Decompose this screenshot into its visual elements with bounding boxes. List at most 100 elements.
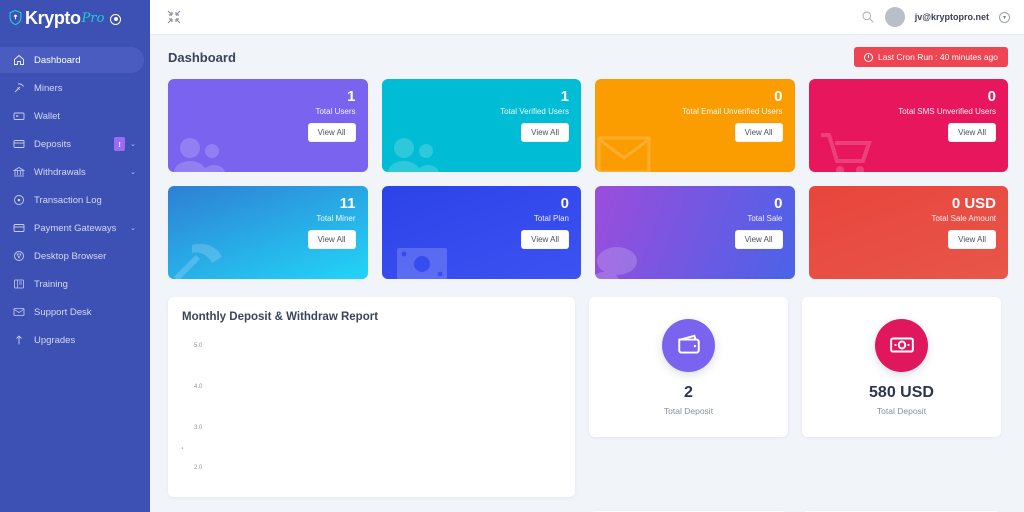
topbar: jv@kryptopro.net ▾	[150, 0, 1024, 35]
summary-value: 2	[684, 383, 693, 401]
stat-value: 11	[339, 195, 356, 212]
view-all-button[interactable]: View All	[948, 122, 996, 142]
y-axis-tick: 3.0	[194, 425, 203, 431]
sidebar-item-deposits[interactable]: Deposits ! ⌄	[0, 131, 144, 157]
banknote-icon-circle	[875, 318, 928, 372]
sidebar-item-wallet[interactable]: Wallet	[0, 103, 144, 129]
summary-card-total-deposit-amount: 580 USD Total Deposit	[802, 297, 1001, 437]
chat-bubbles-icon	[595, 243, 653, 279]
compass-icon	[12, 249, 26, 263]
stat-cards-row-1: 1 Total Users View All 1 Total Verified …	[168, 79, 1008, 172]
lower-panels: Monthly Deposit & Withdraw Report 5.0 4.…	[168, 297, 1008, 497]
y-axis-tick: 2.0	[194, 465, 203, 471]
envelope-icon	[597, 134, 653, 172]
card-icon	[12, 221, 26, 235]
shield-icon	[9, 9, 22, 26]
sidebar-item-label: Miners	[34, 82, 63, 94]
sidebar-item-label: Upgrades	[34, 334, 76, 346]
summary-card-total-deposit-count: 2 Total Deposit	[589, 297, 788, 437]
sidebar-item-label: Wallet	[34, 110, 61, 122]
view-all-button[interactable]: View All	[948, 229, 996, 249]
stat-label: Total Sale Amount	[931, 213, 996, 223]
y-axis-tick: 4.0	[194, 384, 203, 390]
cron-status-text: Last Cron Run : 40 minutes ago	[877, 52, 998, 62]
brand-logo[interactable]: Krypto Pro	[0, 0, 150, 35]
cron-status-badge[interactable]: Last Cron Run : 40 minutes ago	[853, 47, 1008, 67]
sidebar-item-transaction-log[interactable]: Transaction Log	[0, 187, 144, 213]
sidebar-item-label: Payment Gateways	[34, 222, 117, 234]
chevron-down-icon[interactable]: ⌄	[130, 224, 136, 232]
view-all-button[interactable]: View All	[307, 122, 356, 142]
stat-card-sms-unverified-users[interactable]: 0 Total SMS Unverified Users View All	[808, 79, 1008, 172]
upload-arrow-icon	[12, 333, 26, 347]
stat-label: Total Users	[315, 106, 356, 116]
shopping-cart-icon	[819, 132, 877, 172]
stat-label: Total Verified Users	[500, 106, 569, 116]
sidebar: Krypto Pro Dashboard Miners Wallet Depos…	[0, 0, 150, 512]
summary-label: Total Deposit	[663, 405, 714, 416]
stat-value: 0	[987, 88, 996, 105]
view-all-button[interactable]: View All	[734, 122, 783, 142]
sidebar-item-label: Dashboard	[34, 54, 81, 66]
card-icon	[12, 137, 26, 151]
user-email: jv@kryptopro.net	[914, 12, 989, 22]
users-group-icon	[387, 134, 448, 172]
wallet-icon-circle	[662, 318, 715, 372]
sidebar-item-label: Training	[34, 278, 68, 290]
home-icon	[12, 53, 26, 67]
view-all-button[interactable]: View All	[521, 229, 569, 249]
stat-value: 0	[560, 195, 569, 212]
hammer-icon	[172, 239, 228, 279]
page-content: Dashboard Last Cron Run : 40 minutes ago…	[150, 35, 1024, 512]
stat-card-email-unverified-users[interactable]: 0 Total Email Unverified Users View All	[595, 79, 795, 172]
training-icon	[12, 277, 26, 291]
sidebar-item-support-desk[interactable]: Support Desk	[0, 299, 144, 325]
sidebar-item-withdrawals[interactable]: Withdrawals ⌄	[0, 159, 144, 185]
envelope-icon	[12, 305, 26, 319]
summary-label: Total Deposit	[876, 405, 927, 416]
stat-card-total-sale-amount[interactable]: 0 USD Total Sale Amount View All	[808, 186, 1008, 279]
stat-card-total-verified-users[interactable]: 1 Total Verified Users View All	[381, 79, 581, 172]
chevron-down-circle-icon[interactable]: ▾	[999, 11, 1010, 23]
sidebar-item-label: Support Desk	[34, 306, 92, 318]
target-icon[interactable]	[110, 13, 122, 25]
brand-name: Krypto	[25, 7, 81, 28]
bank-icon	[12, 165, 26, 179]
sidebar-item-miners[interactable]: Miners	[0, 75, 144, 101]
chevron-down-icon[interactable]: ⌄	[130, 140, 136, 148]
sidebar-item-payment-gateways[interactable]: Payment Gateways ⌄	[0, 215, 144, 241]
stat-card-total-plan[interactable]: 0 Total Plan View All	[381, 186, 581, 279]
deposits-badge: !	[114, 137, 126, 151]
stat-card-total-users[interactable]: 1 Total Users View All	[168, 79, 368, 172]
avatar[interactable]	[884, 7, 905, 27]
wallet-icon	[677, 334, 700, 354]
chart-title: Monthly Deposit & Withdraw Report	[182, 311, 379, 323]
stat-card-total-miner[interactable]: 11 Total Miner View All	[168, 186, 368, 279]
stat-value: 0 USD	[951, 195, 996, 212]
users-group-icon	[174, 134, 234, 172]
brand-suffix: Pro	[81, 11, 105, 26]
view-all-button[interactable]: View All	[307, 229, 356, 249]
summary-value: 580 USD	[869, 383, 934, 401]
view-all-button[interactable]: View All	[521, 122, 569, 142]
pickaxe-icon	[12, 81, 26, 95]
page-title: Dashboard	[168, 49, 236, 65]
wallet-icon	[12, 109, 26, 123]
collapse-icon[interactable]	[166, 9, 182, 25]
view-all-button[interactable]: View All	[734, 229, 783, 249]
chevron-down-icon[interactable]: ⌄	[130, 168, 136, 176]
stat-label: Total Plan	[533, 213, 569, 223]
sidebar-nav: Dashboard Miners Wallet Deposits ! ⌄ Wit…	[0, 35, 150, 353]
stat-value: 1	[560, 88, 569, 105]
chart-plot-area: 5.0 4.0 3.0 2.0 ▪	[180, 331, 561, 481]
clock-icon	[863, 52, 873, 62]
search-icon[interactable]	[861, 10, 875, 24]
sidebar-item-training[interactable]: Training	[0, 271, 144, 297]
circle-dot-icon	[12, 193, 26, 207]
topbar-right: jv@kryptopro.net ▾	[861, 7, 1010, 27]
sidebar-item-upgrades[interactable]: Upgrades	[0, 327, 144, 353]
sidebar-item-desktop-browser[interactable]: Desktop Browser	[0, 243, 144, 269]
stat-cards-row-2: 11 Total Miner View All 0 Total Plan Vie…	[168, 186, 1008, 279]
sidebar-item-dashboard[interactable]: Dashboard	[0, 47, 144, 73]
stat-card-total-sale[interactable]: 0 Total Sale View All	[595, 186, 795, 279]
